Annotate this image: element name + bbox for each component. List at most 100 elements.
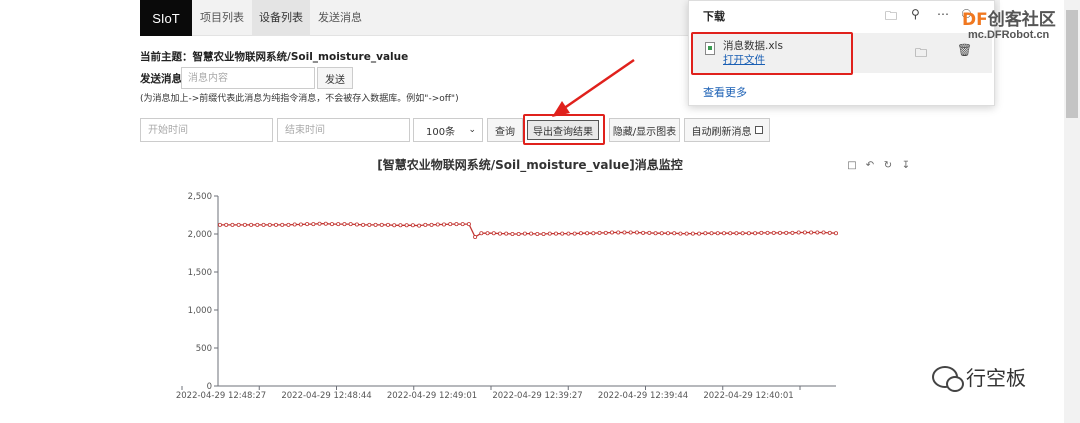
y-tick-label: 1,000: [188, 306, 212, 316]
x-tick-label: 2022-04-29 12:39:27: [492, 391, 582, 401]
data-point: [672, 231, 677, 236]
data-point: [423, 222, 428, 227]
data-point: [217, 222, 222, 227]
data-point: [267, 222, 272, 227]
data-point: [236, 222, 241, 227]
data-point: [311, 222, 316, 227]
data-point: [379, 222, 384, 227]
data-point: [746, 231, 751, 236]
data-point: [529, 231, 534, 236]
data-point: [585, 231, 590, 236]
data-point: [759, 230, 764, 235]
data-point: [329, 222, 334, 227]
data-point: [348, 222, 353, 227]
data-point: [578, 231, 583, 236]
data-point: [504, 231, 509, 236]
data-point: [697, 231, 702, 236]
folder-icon[interactable]: 🗀: [885, 7, 897, 28]
data-point: [286, 222, 291, 227]
data-point: [597, 230, 602, 235]
data-point: [790, 230, 795, 235]
data-point: [603, 230, 608, 235]
data-point: [280, 222, 285, 227]
wechat-icon: [932, 365, 964, 392]
data-point: [753, 231, 758, 236]
wechat-account-name: 行空板: [966, 366, 1026, 390]
search-icon[interactable]: ⚲: [911, 7, 920, 21]
data-point: [740, 231, 745, 236]
data-point: [255, 222, 260, 227]
data-point: [821, 230, 826, 235]
data-point: [249, 222, 254, 227]
data-point: [722, 231, 727, 236]
data-point: [336, 222, 341, 227]
y-tick-label: 1,500: [188, 268, 212, 278]
data-point: [479, 231, 484, 236]
x-tick-label: 2022-04-29 12:48:44: [281, 391, 371, 401]
data-point: [684, 231, 689, 236]
show-in-folder-icon[interactable]: 🗀: [915, 44, 927, 65]
data-point: [572, 231, 577, 236]
data-point: [485, 231, 490, 236]
data-point: [510, 231, 515, 236]
data-point: [441, 222, 446, 227]
data-point: [497, 231, 502, 236]
data-point: [560, 231, 565, 236]
x-tick-label: 2022-04-29 12:49:01: [387, 391, 477, 401]
data-point: [834, 231, 839, 236]
data-point: [678, 231, 683, 236]
see-more-link[interactable]: 查看更多: [703, 84, 747, 100]
y-tick-label: 2,500: [188, 192, 212, 202]
data-point: [392, 223, 397, 228]
data-point: [429, 222, 434, 227]
data-point: [622, 230, 627, 235]
data-point: [796, 230, 801, 235]
x-tick-label: 2022-04-29 12:40:01: [703, 391, 793, 401]
data-point: [417, 223, 422, 228]
data-point: [298, 222, 303, 227]
dfrobot-url: mc.DFRobot.cn: [968, 29, 1050, 41]
data-point: [398, 223, 403, 228]
data-point: [435, 222, 440, 227]
data-point: [703, 231, 708, 236]
data-point: [535, 231, 540, 236]
page-scrollbar[interactable]: [1064, 0, 1080, 423]
more-icon[interactable]: ⋯: [937, 7, 949, 21]
data-point: [466, 222, 471, 227]
wechat-watermark: 行空板: [932, 362, 1026, 392]
data-point: [491, 231, 496, 236]
data-point: [566, 231, 571, 236]
x-tick-label: 2022-04-29 12:48:27: [176, 391, 266, 401]
y-tick-label: 500: [196, 344, 212, 354]
data-point: [473, 235, 478, 240]
data-point: [404, 223, 409, 228]
data-point: [715, 231, 720, 236]
trash-icon[interactable]: 🗑: [957, 43, 972, 57]
data-point: [628, 230, 633, 235]
data-point: [410, 223, 415, 228]
data-point: [261, 222, 266, 227]
data-point: [610, 230, 615, 235]
data-point: [305, 222, 310, 227]
download-highlight-box: [691, 32, 853, 75]
data-point: [647, 230, 652, 235]
data-point: [634, 230, 639, 235]
data-point: [778, 230, 783, 235]
data-point: [827, 230, 832, 235]
scrollbar-thumb[interactable]: [1066, 10, 1078, 118]
data-point: [734, 231, 739, 236]
y-tick-label: 2,000: [188, 230, 212, 240]
download-panel-title: 下载: [703, 10, 725, 23]
dfrobot-watermark: DF创客社区: [962, 10, 1056, 30]
data-point: [547, 231, 552, 236]
data-point: [385, 222, 390, 227]
data-point: [709, 231, 714, 236]
data-point: [354, 222, 359, 227]
data-point: [342, 222, 347, 227]
data-point: [653, 231, 658, 236]
data-point: [666, 231, 671, 236]
data-point: [591, 231, 596, 236]
x-tick-label: 2022-04-29 12:39:44: [598, 391, 688, 401]
data-point: [802, 230, 807, 235]
data-point: [317, 221, 322, 226]
